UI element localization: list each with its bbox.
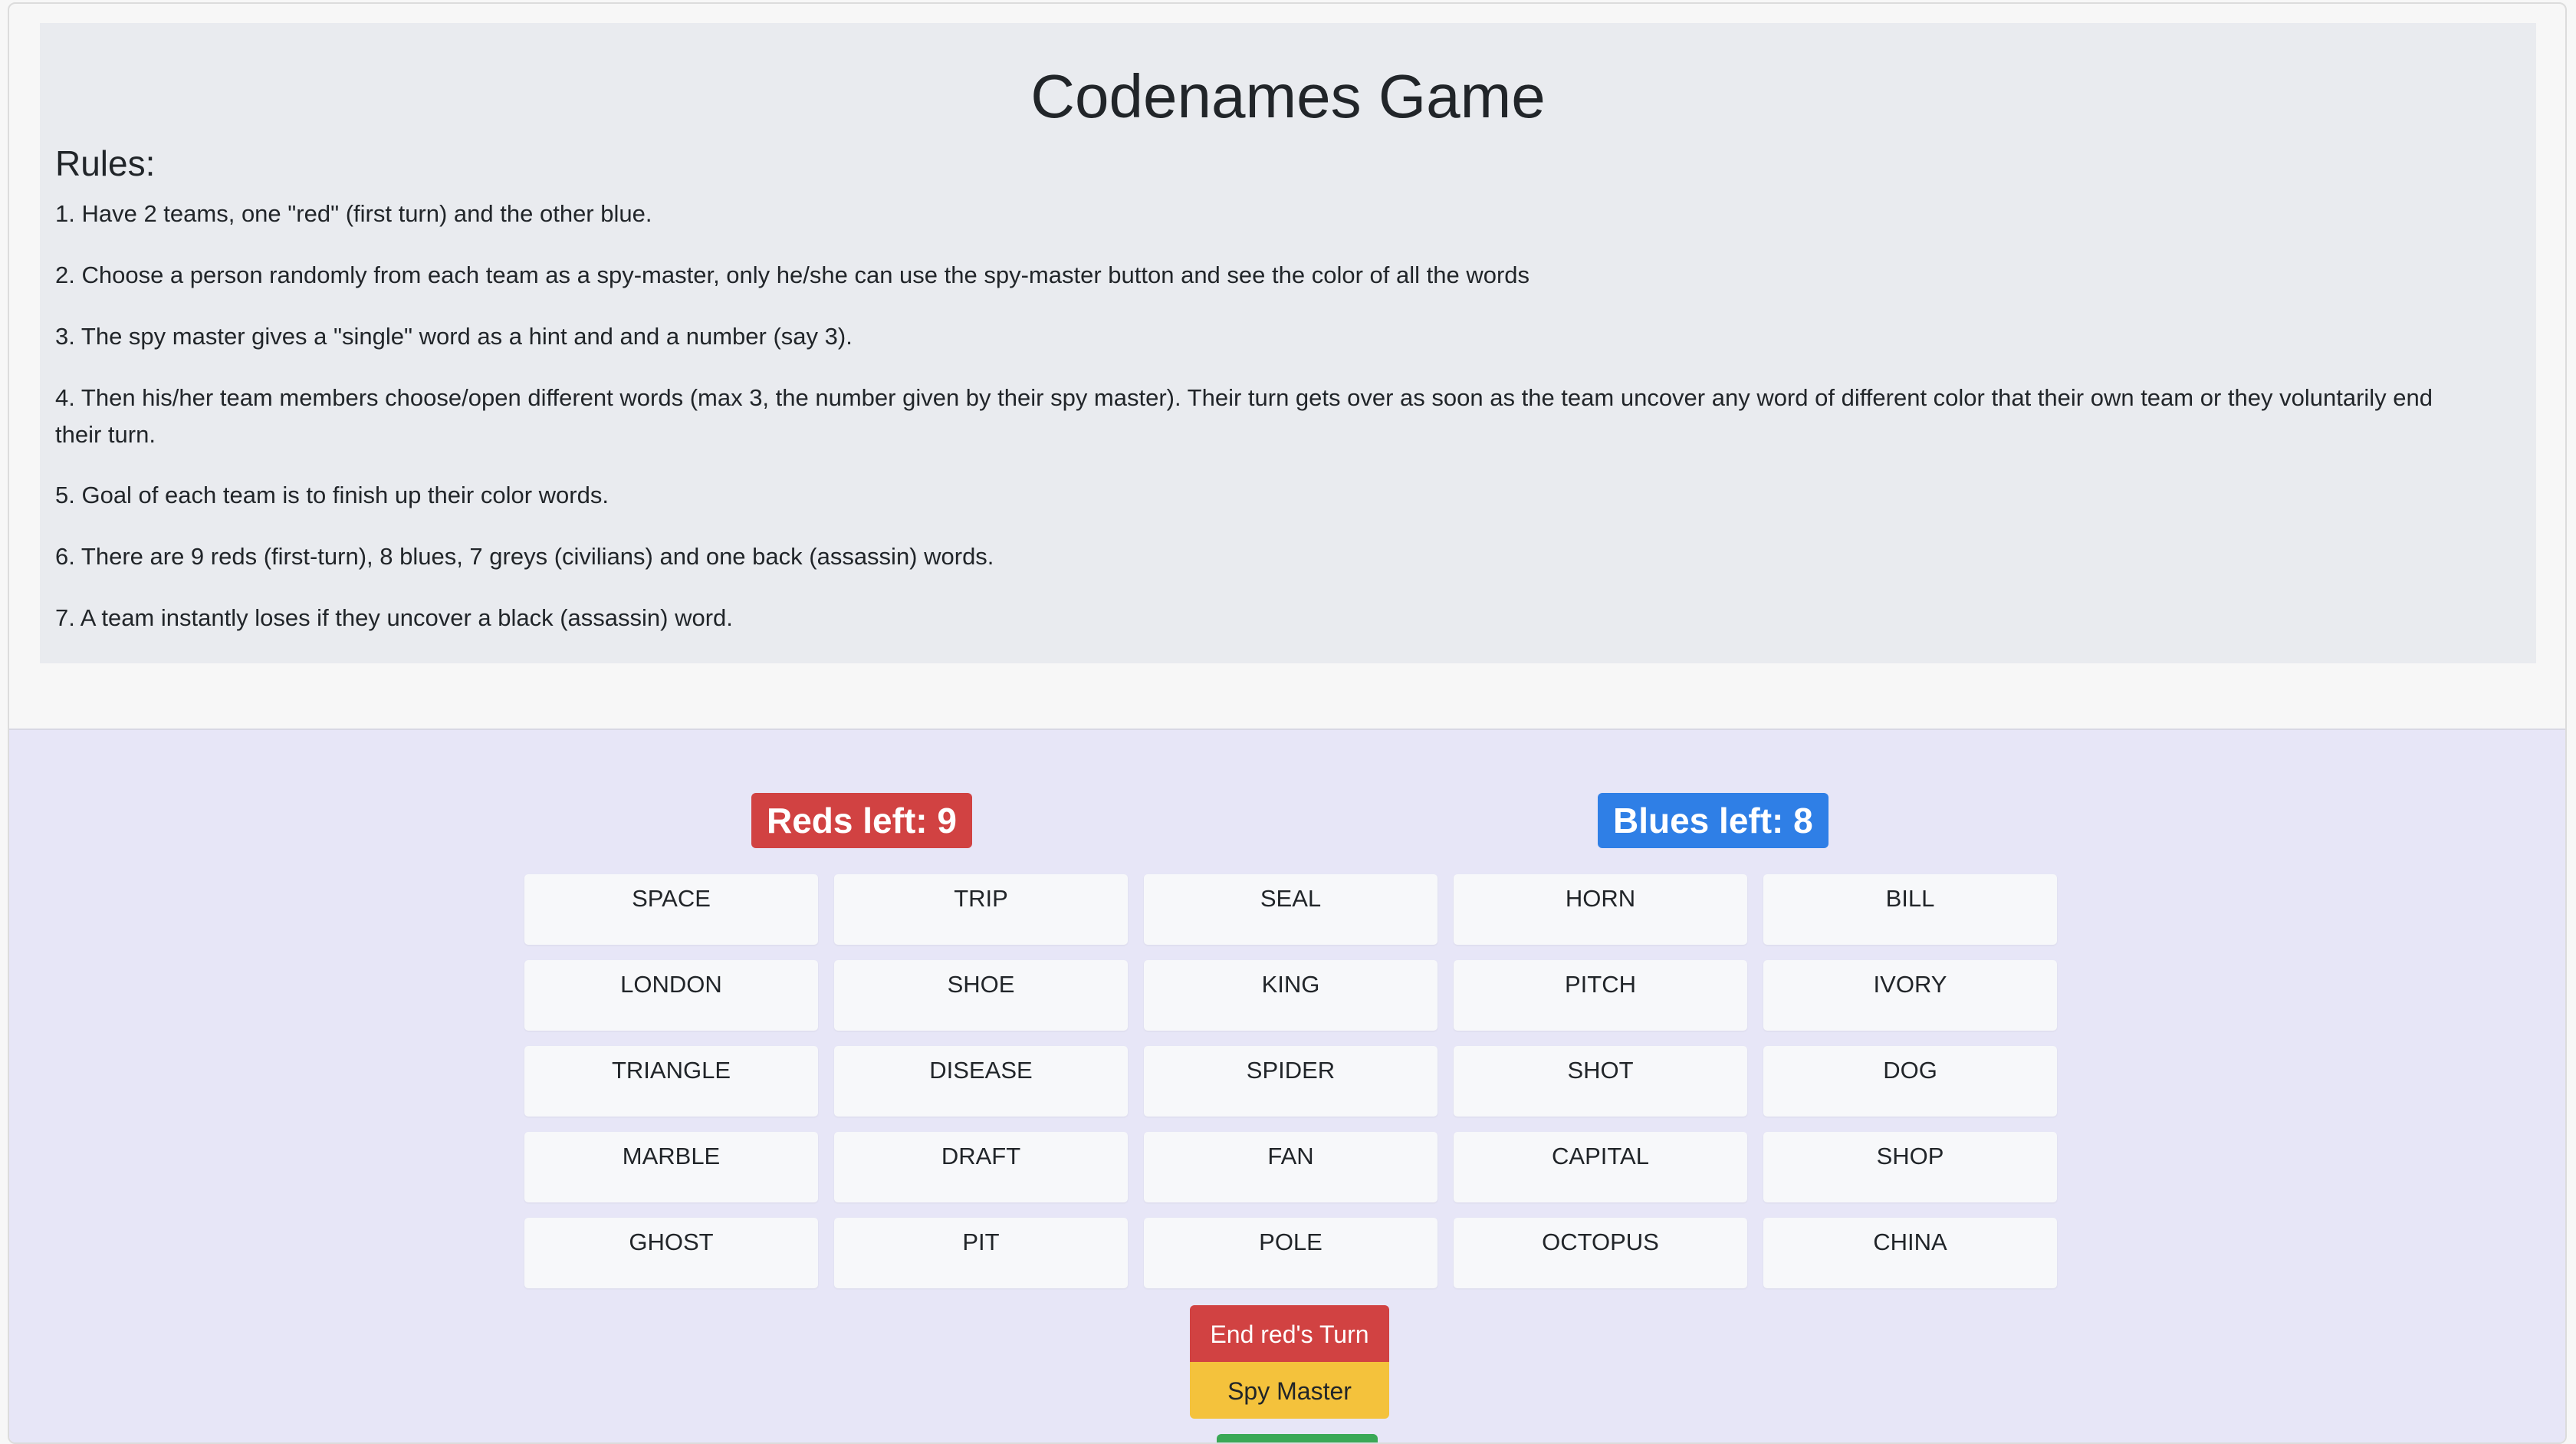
word-card[interactable]: SPACE [524, 874, 818, 945]
page-title: Codenames Game [1030, 62, 1546, 130]
word-card[interactable]: SHOT [1454, 1046, 1747, 1117]
rule-item: 7. A team instantly loses if they uncove… [55, 604, 733, 631]
word-card[interactable]: DRAFT [834, 1132, 1128, 1202]
rule-item: 5. Goal of each team is to finish up the… [55, 482, 609, 508]
word-card[interactable]: OCTOPUS [1454, 1218, 1747, 1288]
end-turn-button[interactable]: End red's Turn [1190, 1305, 1389, 1362]
rules-heading: Rules: [55, 143, 156, 183]
game-area: Reds left: 9 Blues left: 8 SPACE TRIP SEAL… [9, 729, 2565, 1442]
rule-item: 3. The spy master gives a "single" word … [55, 323, 853, 350]
word-card[interactable]: BILL [1763, 874, 2057, 945]
word-card[interactable]: IVORY [1763, 960, 2057, 1031]
word-card[interactable]: PITCH [1454, 960, 1747, 1031]
word-card[interactable]: TRIANGLE [524, 1046, 818, 1117]
word-card[interactable]: HORN [1454, 874, 1747, 945]
word-card[interactable]: TRIP [834, 874, 1128, 945]
blues-left-badge: Blues left: 8 [1598, 793, 1829, 848]
word-card[interactable]: SEAL [1144, 874, 1438, 945]
word-card[interactable]: POLE [1144, 1218, 1438, 1288]
word-card[interactable]: DOG [1763, 1046, 2057, 1117]
spy-master-button[interactable]: Spy Master [1190, 1362, 1389, 1419]
word-card[interactable]: CAPITAL [1454, 1132, 1747, 1202]
word-card[interactable]: SPIDER [1144, 1046, 1438, 1117]
word-card[interactable]: GHOST [524, 1218, 818, 1288]
app-frame: Codenames Game Rules: 1. Have 2 teams, o… [8, 2, 2567, 1444]
word-card[interactable]: KING [1144, 960, 1438, 1031]
rule-item: 2. Choose a person randomly from each te… [55, 261, 1530, 288]
rules-panel: Codenames Game Rules: 1. Have 2 teams, o… [40, 23, 2536, 663]
word-card[interactable]: SHOE [834, 960, 1128, 1031]
word-board: SPACE TRIP SEAL HORN BILL LONDON SHOE KING PITCH… [524, 874, 2058, 1288]
rule-item: 6. There are 9 reds (first-turn), 8 blue… [55, 543, 994, 570]
word-card[interactable]: LONDON [524, 960, 818, 1031]
rule-item: 1. Have 2 teams, one "red" (first turn) … [55, 200, 652, 227]
reds-left-badge: Reds left: 9 [751, 793, 972, 848]
word-card[interactable]: FAN [1144, 1132, 1438, 1202]
word-card[interactable]: MARBLE [524, 1132, 818, 1202]
word-card[interactable]: CHINA [1763, 1218, 2057, 1288]
rule-item: 4. Then his/her team members choose/open… [55, 384, 2433, 448]
word-card[interactable]: SHOP [1763, 1132, 2057, 1202]
word-card[interactable]: DISEASE [834, 1046, 1128, 1117]
new-game-button[interactable] [1217, 1434, 1378, 1442]
word-card[interactable]: PIT [834, 1218, 1128, 1288]
